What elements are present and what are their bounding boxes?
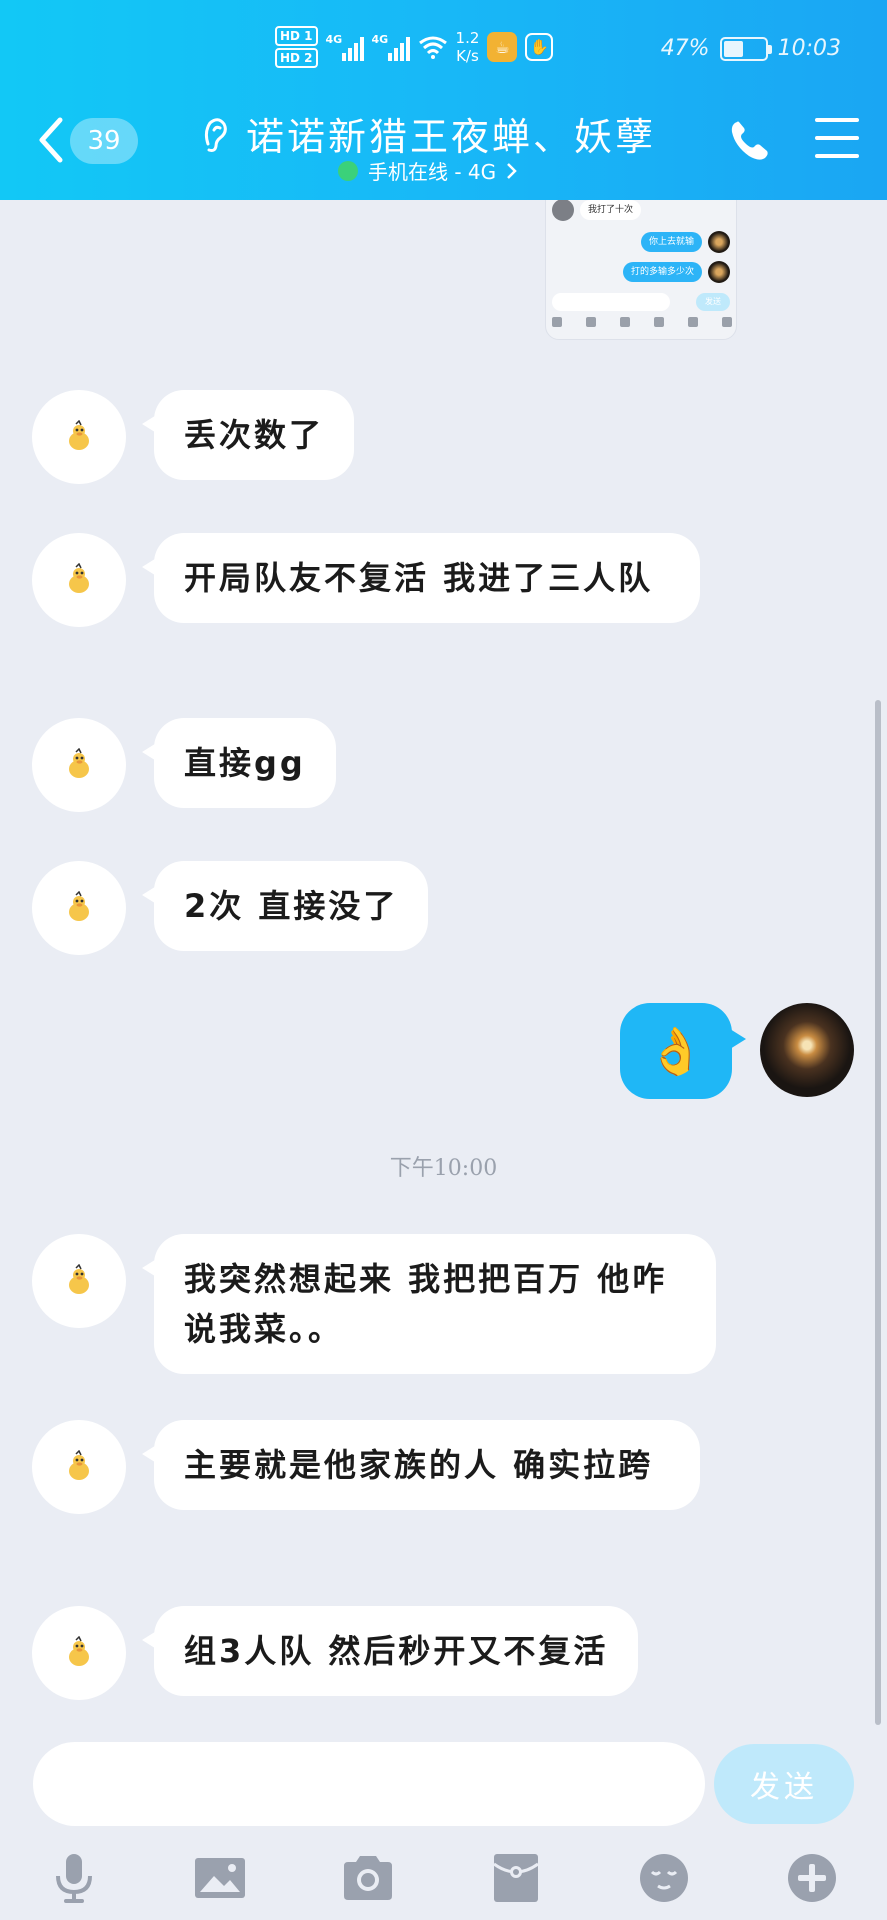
preview-row-3: 打的多输多少次 [622, 261, 730, 283]
contact-avatar[interactable] [32, 861, 126, 955]
preview-row-2: 你上去就输 [640, 231, 730, 253]
duck-avatar-icon [69, 420, 89, 450]
chat-header: HD 1 HD 2 4G 4G 1.2 K/s ☕ ✋ 47% 10:03 39… [0, 0, 887, 200]
chat-title: 诺诺新猎王夜蝉、妖孽 [246, 115, 657, 159]
network-speed: 1.2 K/s [456, 29, 480, 65]
incoming-message[interactable]: 开局队友不复活 我进了三人队 [142, 533, 700, 623]
plus-icon [788, 1854, 836, 1902]
contact-avatar[interactable] [32, 533, 126, 627]
scrollbar[interactable] [875, 700, 881, 1725]
chevron-left-icon [39, 117, 63, 163]
hd2-badge: HD 2 [275, 48, 318, 68]
outgoing-message[interactable]: 👌 [620, 1003, 746, 1099]
app-notification-icon: ☕ [487, 32, 518, 62]
preview-avatar [708, 261, 730, 283]
sim1-network-label: 4G [325, 33, 343, 46]
preview-bubble-3: 打的多输多少次 [622, 262, 702, 282]
message-timestamp: 下午10:00 [389, 1156, 498, 1181]
preview-avatar [552, 200, 574, 221]
my-avatar[interactable] [760, 1003, 854, 1097]
chevron-right-icon [507, 162, 517, 179]
menu-button[interactable] [815, 118, 859, 158]
speed-unit: K/s [456, 47, 479, 65]
nav-bar: 39 诺诺新猎王夜蝉、妖孽 手机在线 - 4G [0, 100, 887, 200]
image-button[interactable] [192, 1850, 248, 1906]
contact-avatar[interactable] [32, 718, 126, 812]
battery-icon [719, 36, 772, 61]
preview-bubble-1: 我打了十次 [580, 200, 642, 220]
red-packet-icon [493, 1854, 539, 1902]
preview-input [552, 293, 670, 311]
input-area: 发送 [0, 1742, 887, 1920]
duck-avatar-icon [69, 748, 89, 778]
camera-button[interactable] [340, 1850, 396, 1906]
camera-icon [344, 1856, 392, 1900]
title-row[interactable]: 诺诺新猎王夜蝉、妖孽 [200, 106, 656, 161]
message-list[interactable]: 我打了十次 你上去就输 打的多输多少次 发送 丢次数了 开局队友不复活 我进了三… [0, 200, 887, 1742]
hd-badges: HD 1 HD 2 [275, 26, 318, 68]
preview-bubble-2: 你上去就输 [640, 232, 702, 252]
battery-percent: 47% [660, 36, 710, 61]
contact-avatar[interactable] [32, 390, 126, 484]
message-input[interactable] [33, 1742, 705, 1826]
ear-icon [204, 117, 227, 152]
online-status-text: 手机在线 - 4G [368, 160, 497, 184]
unread-count-badge[interactable]: 39 [70, 118, 138, 164]
sim2-network-label: 4G [371, 33, 389, 46]
emoji-icon [640, 1854, 688, 1902]
hand-notification-icon: ✋ [525, 33, 554, 61]
speed-value: 1.2 [455, 29, 480, 47]
emoji-button[interactable] [636, 1850, 692, 1906]
input-toolbar [0, 1850, 887, 1910]
clock: 10:03 [777, 36, 841, 61]
incoming-message[interactable]: 2次 直接没了 [141, 861, 429, 951]
signal-2-icon: 4G [372, 33, 410, 61]
hd1-badge: HD 1 [275, 26, 318, 46]
duck-avatar-icon [69, 1450, 89, 1480]
phone-call-button[interactable] [725, 116, 775, 166]
signal-1-icon: 4G [326, 33, 364, 61]
preview-row-1: 我打了十次 [552, 200, 642, 221]
contact-avatar[interactable] [32, 1420, 126, 1514]
incoming-message[interactable]: 主要就是他家族的人 确实拉跨 [142, 1420, 700, 1510]
status-indicators: HD 1 HD 2 4G 4G 1.2 K/s ☕ ✋ [275, 26, 554, 68]
duck-avatar-icon [69, 1636, 89, 1666]
red-packet-button[interactable] [488, 1850, 544, 1906]
contact-avatar[interactable] [32, 1234, 126, 1328]
more-button[interactable] [784, 1850, 840, 1906]
image-icon [195, 1858, 245, 1898]
incoming-message[interactable]: 丢次数了 [141, 390, 355, 480]
microphone-icon [56, 1854, 92, 1903]
status-bar: HD 1 HD 2 4G 4G 1.2 K/s ☕ ✋ 47% 10:03 [0, 22, 887, 78]
duck-avatar-icon [69, 891, 89, 921]
status-right: 47% 10:03 [661, 36, 841, 61]
online-dot-icon [338, 160, 358, 181]
preview-avatar [708, 231, 730, 253]
incoming-message[interactable]: 组3人队 然后秒开又不复活 [141, 1606, 639, 1696]
duck-avatar-icon [69, 563, 89, 593]
contact-avatar[interactable] [32, 1606, 126, 1700]
duck-avatar-icon [69, 1264, 89, 1294]
voice-button[interactable] [46, 1850, 102, 1906]
incoming-message[interactable]: 直接gg [142, 718, 336, 808]
screenshot-preview-image[interactable]: 我打了十次 你上去就输 打的多输多少次 发送 [545, 200, 737, 340]
preview-toolbar [552, 317, 732, 327]
ok-hand-emoji: 👌 [647, 1023, 705, 1078]
preview-send: 发送 [696, 293, 730, 311]
send-button[interactable]: 发送 [714, 1744, 854, 1824]
wifi-icon [418, 36, 447, 59]
incoming-message[interactable]: 我突然想起来 我把把百万 他咋说我菜。。 [142, 1234, 716, 1374]
online-status[interactable]: 手机在线 - 4G [338, 156, 518, 185]
